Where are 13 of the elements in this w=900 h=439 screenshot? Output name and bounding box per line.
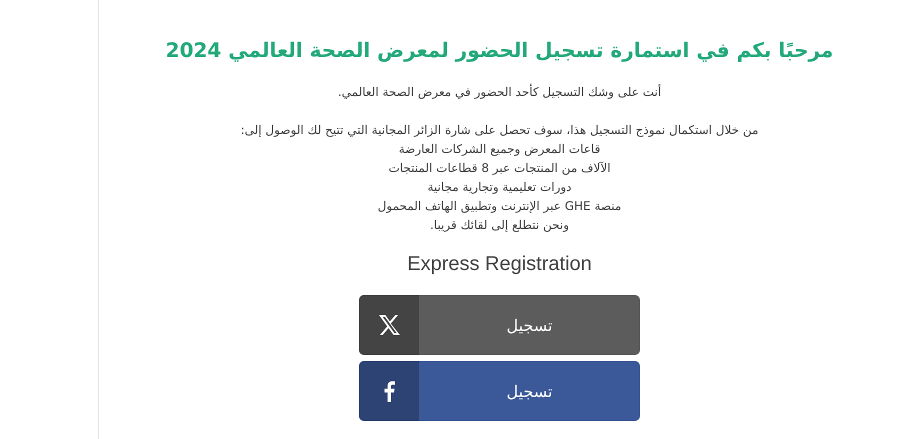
register-button[interactable]: تسجيل (359, 361, 640, 421)
register-button[interactable]: تسجيل (359, 295, 640, 355)
x-logo-icon (378, 315, 400, 335)
intro-text: أنت على وشك التسجيل كأحد الحضور في معرض الصحة العالمي. (338, 83, 662, 101)
benefit-text: منصة GHE عبر الإنترنت وتطبيق الهاتف المحمول (378, 198, 622, 215)
benefit-text: ونحن نتطلع إلى لقائك قريبا. (430, 217, 570, 234)
benefit-text: قاعات المعرض وجميع الشركات العارضة (398, 141, 600, 158)
facebook-logo-icon (384, 380, 394, 402)
lead-text: من خلال استكمال نموذج التسجيل هذا، سوف تحصل على شارة الزائر المجانية التي تتيح لك الوصول إلى: (240, 122, 758, 139)
page-heading: مرحبًا بكم في استمارة تسجيل الحضور لمعرض الصحة العالمي 2024 (166, 38, 834, 62)
benefit-text: دورات تعليمية وتجارية مجانية (427, 179, 572, 196)
benefit-text: الآلاف من المنتجات عبر 8 قطاعات المنتجات (388, 160, 611, 177)
section-title: Express Registration (407, 253, 592, 276)
